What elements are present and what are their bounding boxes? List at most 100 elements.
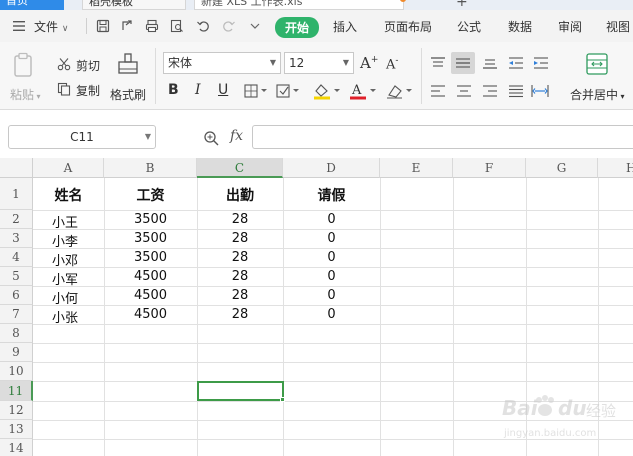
cell-d2[interactable]: 0 — [283, 212, 380, 227]
tab-docer-templates[interactable]: 稻壳模板 — [82, 0, 186, 10]
row-header-7[interactable]: 7 — [0, 305, 33, 324]
menu-tab-data[interactable]: 数据 — [508, 18, 532, 35]
new-tab-plus-icon[interactable]: + — [456, 0, 468, 10]
row-header-9[interactable]: 9 — [0, 343, 33, 362]
row-header-3[interactable]: 3 — [0, 229, 33, 248]
cell-d3[interactable]: 0 — [283, 231, 380, 246]
grow-font-button[interactable]: A+ — [360, 54, 378, 72]
align-right-icon[interactable] — [482, 84, 498, 98]
justify-icon[interactable] — [508, 84, 524, 98]
merge-center-button[interactable]: 合并居中 ▾ — [570, 86, 625, 103]
row-header-2[interactable]: 2 — [0, 210, 33, 229]
cell-a6[interactable]: 小何 — [52, 288, 78, 307]
column-header-d[interactable]: D — [283, 158, 380, 178]
file-menu[interactable]: 文件 ∨ — [34, 18, 68, 35]
row-header-6[interactable]: 6 — [0, 286, 33, 305]
select-all-corner[interactable] — [0, 158, 33, 178]
name-box[interactable]: C11 ▼ — [8, 125, 156, 149]
fill-handle[interactable] — [280, 397, 285, 402]
menu-tab-home[interactable]: 开始 — [275, 17, 320, 38]
menu-tab-formulas[interactable]: 公式 — [457, 18, 481, 35]
cell-d6[interactable]: 0 — [283, 288, 380, 303]
cell-b3[interactable]: 3500 — [104, 231, 197, 246]
menu-tab-page-layout[interactable]: 页面布局 — [384, 18, 432, 35]
hamburger-menu-icon[interactable] — [12, 19, 26, 33]
cell-c6[interactable]: 28 — [197, 288, 283, 303]
cell-b4[interactable]: 3500 — [104, 250, 197, 265]
formula-input[interactable] — [252, 125, 633, 149]
column-header-h[interactable]: H — [598, 158, 633, 178]
copy-button[interactable]: 复制 — [76, 82, 100, 99]
cell-c3[interactable]: 28 — [197, 231, 283, 246]
column-header-b[interactable]: B — [104, 158, 197, 178]
zoom-search-icon[interactable] — [203, 130, 219, 146]
clear-format-icon[interactable] — [384, 82, 414, 100]
cell-c4[interactable]: 28 — [197, 250, 283, 265]
paste-icon[interactable] — [12, 52, 36, 78]
cell-c7[interactable]: 28 — [197, 307, 283, 322]
align-left-icon[interactable] — [430, 84, 446, 98]
row-header-1[interactable]: 1 — [0, 178, 33, 210]
cell-a2[interactable]: 小王 — [52, 212, 78, 231]
export-icon[interactable] — [120, 19, 134, 33]
fill-color-icon[interactable] — [312, 82, 342, 100]
cell-d4[interactable]: 0 — [283, 250, 380, 265]
decrease-indent-icon[interactable] — [508, 56, 524, 70]
underline-button[interactable]: U — [218, 82, 228, 98]
column-header-c[interactable]: C — [197, 158, 283, 178]
active-cell-c11[interactable] — [197, 381, 284, 401]
row-header-12[interactable]: 12 — [0, 401, 33, 420]
cell-b1[interactable]: 工资 — [104, 185, 197, 205]
cell-a3[interactable]: 小李 — [52, 231, 78, 250]
customize-dropdown-icon[interactable] — [248, 19, 262, 33]
cell-a1[interactable]: 姓名 — [33, 185, 104, 205]
column-header-g[interactable]: G — [526, 158, 598, 178]
cell-d5[interactable]: 0 — [283, 269, 380, 284]
font-name-select[interactable]: 宋体 ▼ — [163, 52, 281, 74]
distribute-icon[interactable] — [531, 84, 549, 98]
font-size-select[interactable]: 12 ▼ — [284, 52, 354, 74]
row-header-10[interactable]: 10 — [0, 362, 33, 381]
cell-a7[interactable]: 小张 — [52, 307, 78, 326]
tab-home[interactable]: 首页 — [0, 0, 64, 10]
cell-c2[interactable]: 28 — [197, 212, 283, 227]
row-header-5[interactable]: 5 — [0, 267, 33, 286]
cell-a5[interactable]: 小军 — [52, 269, 78, 288]
column-header-a[interactable]: A — [33, 158, 104, 178]
borders-icon[interactable] — [244, 84, 270, 98]
format-painter-button[interactable]: 格式刷 — [110, 86, 146, 103]
cell-d7[interactable]: 0 — [283, 307, 380, 322]
align-middle-button[interactable] — [451, 52, 475, 74]
format-painter-icon[interactable] — [116, 52, 140, 78]
align-top-icon[interactable] — [430, 56, 446, 70]
bold-button[interactable]: B — [168, 82, 179, 98]
align-center-icon[interactable] — [456, 84, 472, 98]
cell-c5[interactable]: 28 — [197, 269, 283, 284]
row-header-8[interactable]: 8 — [0, 324, 33, 343]
cell-b7[interactable]: 4500 — [104, 307, 197, 322]
row-header-4[interactable]: 4 — [0, 248, 33, 267]
merge-center-icon[interactable] — [585, 52, 609, 76]
redo-icon[interactable] — [222, 19, 236, 33]
cell-b6[interactable]: 4500 — [104, 288, 197, 303]
print-preview-icon[interactable] — [170, 19, 184, 33]
row-header-13[interactable]: 13 — [0, 420, 33, 439]
paste-button[interactable]: 粘贴 ▾ — [10, 86, 41, 103]
row-header-14[interactable]: 14 — [0, 439, 33, 456]
menu-tab-insert[interactable]: 插入 — [333, 18, 357, 35]
cell-b2[interactable]: 3500 — [104, 212, 197, 227]
align-bottom-icon[interactable] — [482, 56, 498, 70]
cut-button[interactable]: 剪切 — [76, 57, 100, 74]
row-header-11[interactable]: 11 — [0, 381, 33, 401]
print-icon[interactable] — [145, 19, 159, 33]
increase-indent-icon[interactable] — [533, 56, 549, 70]
menu-tab-view[interactable]: 视图 — [606, 18, 630, 35]
insert-function-button[interactable]: fx — [230, 128, 243, 144]
column-header-e[interactable]: E — [380, 158, 453, 178]
fill-pattern-icon[interactable] — [276, 84, 302, 98]
cell-a4[interactable]: 小邓 — [52, 250, 78, 269]
column-header-f[interactable]: F — [453, 158, 526, 178]
menu-tab-review[interactable]: 审阅 — [558, 18, 582, 35]
italic-button[interactable]: I — [195, 82, 201, 98]
undo-icon[interactable] — [196, 19, 210, 33]
